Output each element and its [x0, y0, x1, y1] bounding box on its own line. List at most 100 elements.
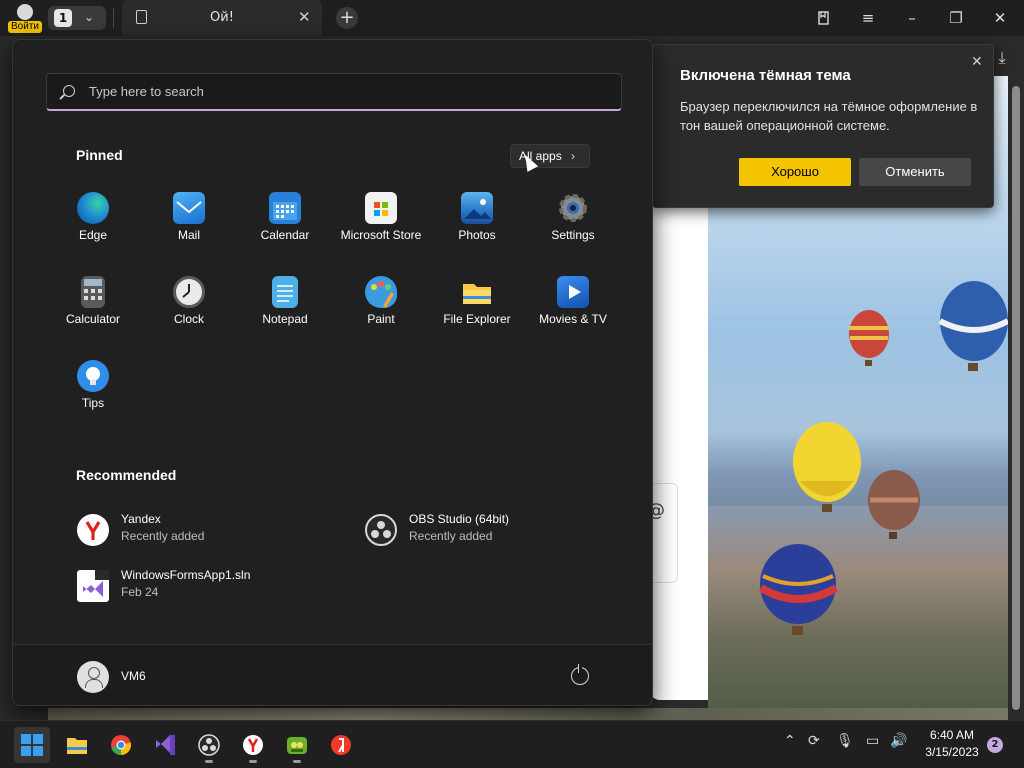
taskbar-game[interactable]	[279, 727, 315, 763]
chrome-icon	[111, 735, 132, 755]
pinned-title: Pinned	[76, 147, 123, 163]
running-indicator	[249, 760, 257, 763]
network-icon[interactable]: ▭	[866, 733, 879, 749]
app-label: Edge	[78, 228, 108, 242]
pinned-app-movies-tv[interactable]: Movies & TV	[525, 270, 621, 340]
close-window-icon[interactable]: ✕	[988, 6, 1012, 30]
content-panel	[650, 180, 710, 700]
recommended-sub: Recently added	[409, 529, 493, 543]
pinned-app-calendar[interactable]: Calendar	[237, 186, 333, 256]
pinned-app-notepad[interactable]: Notepad	[237, 270, 333, 340]
app-label: Calculator	[65, 312, 121, 326]
login-label: Войти	[8, 21, 42, 33]
app-label: Clock	[173, 312, 204, 326]
app-label: File Explorer	[443, 312, 511, 326]
close-tab-icon[interactable]: ✕	[298, 8, 311, 26]
pinned-app-settings[interactable]: Settings	[525, 186, 621, 256]
pinned-app-calculator[interactable]: Calculator	[45, 270, 141, 340]
visual-studio-icon	[156, 735, 175, 755]
scrollbar-thumb[interactable]	[1012, 86, 1020, 710]
start-menu: Type here to search Pinned All apps › Ed…	[12, 39, 653, 706]
calculator-icon	[81, 276, 105, 308]
login-button[interactable]: Войти	[8, 4, 42, 33]
notification-badge[interactable]: 2	[987, 737, 1003, 753]
gear-icon	[557, 192, 589, 224]
running-indicator	[205, 760, 213, 763]
page-icon	[136, 10, 147, 24]
taskbar-yandex-browser[interactable]	[235, 727, 271, 763]
balloon-brown	[868, 470, 920, 539]
start-footer: VM6	[13, 644, 652, 705]
restore-icon[interactable]: ❐	[944, 6, 968, 30]
pinned-app-microsoft-store[interactable]: Microsoft Store	[333, 186, 429, 256]
search-input[interactable]: Type here to search	[46, 73, 622, 111]
browser-tab[interactable]: Ой! ✕	[122, 0, 322, 36]
search-icon	[63, 85, 75, 97]
tab-title: Ой!	[210, 10, 234, 25]
notification-body: Браузер переключился на тёмное оформлени…	[680, 99, 978, 133]
bookmarks-icon[interactable]	[812, 6, 836, 30]
paint-icon	[365, 276, 397, 308]
pinned-app-tips[interactable]: Tips	[45, 354, 141, 424]
update-icon[interactable]: ⟳	[808, 733, 820, 749]
divider	[113, 8, 114, 28]
vertical-scrollbar[interactable]	[1008, 76, 1024, 720]
folder-icon	[461, 276, 493, 308]
pinned-app-photos[interactable]: Photos	[429, 186, 525, 256]
app-label: Microsoft Store	[340, 228, 422, 242]
file-explorer-icon	[67, 738, 87, 754]
avatar[interactable]	[77, 661, 109, 693]
pinned-app-mail[interactable]: Mail	[141, 186, 237, 256]
pinned-app-paint[interactable]: Paint	[333, 270, 429, 340]
game-icon	[287, 737, 307, 754]
pinned-app-file-explorer[interactable]: File Explorer	[429, 270, 525, 340]
pinned-app-clock[interactable]: Clock	[141, 270, 237, 340]
user-name[interactable]: VM6	[121, 669, 146, 683]
clock-date: 3/15/2023	[925, 745, 979, 759]
download-icon[interactable]: ⤓	[992, 48, 1012, 68]
new-tab-button[interactable]: +	[336, 7, 358, 29]
recommended-item-yandex[interactable]: Yandex Recently added	[77, 510, 337, 552]
volume-icon[interactable]: 🔊	[890, 733, 907, 749]
taskbar-visual-studio[interactable]	[147, 727, 183, 763]
app-label: Paint	[367, 312, 395, 326]
recommended-name: WindowsFormsApp1.sln	[121, 568, 251, 582]
recommended-item-obs[interactable]: OBS Studio (64bit) Recently added	[365, 510, 625, 552]
menu-icon[interactable]: ≡	[856, 6, 880, 30]
pinned-app-edge[interactable]: Edge	[45, 186, 141, 256]
recommended-title: Recommended	[76, 467, 177, 483]
dark-theme-notification: Включена тёмная тема ✕ Браузер переключи…	[652, 44, 994, 208]
taskbar-chrome[interactable]	[103, 727, 139, 763]
tab-count-button[interactable]: 1 ⌄	[48, 6, 106, 30]
chevron-right-icon: ›	[571, 149, 575, 163]
yandex-browser-icon	[243, 735, 263, 755]
photos-icon	[461, 192, 493, 224]
microphone-icon[interactable]: 🎙	[836, 733, 854, 749]
start-button[interactable]	[14, 727, 50, 763]
balloon-blue-red	[758, 544, 839, 635]
running-indicator	[293, 760, 301, 763]
app-label: Movies & TV	[539, 312, 607, 326]
recommended-name: OBS Studio (64bit)	[409, 512, 510, 526]
chevron-down-icon: ⌄	[84, 10, 95, 24]
notification-title: Включена тёмная тема	[680, 67, 851, 84]
recommended-name: Yandex	[121, 512, 161, 526]
taskbar-clock[interactable]: 6:40 AM 3/15/2023	[918, 727, 986, 761]
edge-icon	[77, 192, 109, 224]
ok-button[interactable]: Хорошо	[739, 158, 851, 186]
app-label: Calendar	[260, 228, 310, 242]
taskbar-obs[interactable]	[191, 727, 227, 763]
minimize-icon[interactable]: –	[900, 6, 924, 30]
movies-icon	[557, 276, 589, 308]
cancel-button[interactable]: Отменить	[859, 158, 971, 186]
taskbar-yandex[interactable]	[323, 727, 359, 763]
lightbulb-icon	[77, 360, 109, 392]
taskbar-file-explorer[interactable]	[59, 727, 95, 763]
power-icon[interactable]	[571, 664, 589, 685]
notepad-icon	[272, 276, 298, 308]
balloon-blue-white	[938, 281, 1008, 371]
app-label: Mail	[177, 228, 200, 242]
chevron-up-icon[interactable]: ⌃	[784, 733, 796, 749]
recommended-item-solution[interactable]: WindowsFormsApp1.sln Feb 24	[77, 566, 337, 608]
close-icon[interactable]: ✕	[971, 54, 983, 70]
